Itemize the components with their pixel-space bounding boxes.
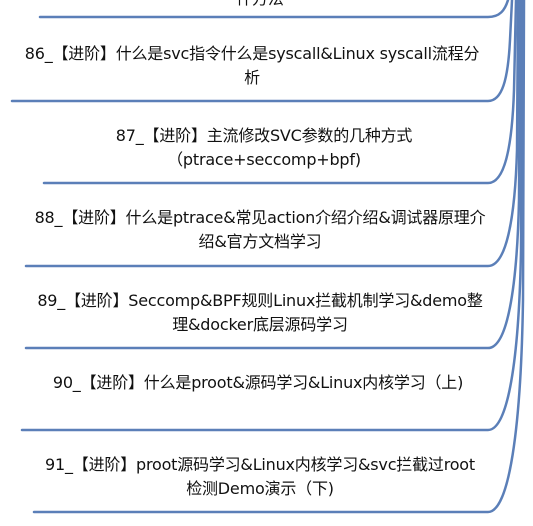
topic-label: 88_【进阶】什么是ptrace&常见action介绍介绍&调试器原理介绍&官方… — [34, 208, 486, 251]
topic-node-88[interactable]: 88_【进阶】什么是ptrace&常见action介绍介绍&调试器原理介绍&官方… — [30, 206, 490, 254]
topic-label: 件方法 — [236, 0, 284, 8]
topic-label: 91_【进阶】proot源码学习&Linux内核学习&svc拦截过root检测D… — [45, 455, 475, 498]
topic-node-89[interactable]: 89_【进阶】Seccomp&BPF规则Linux拦截机制学习&demo整理&d… — [30, 289, 490, 337]
topic-label: 87_【进阶】主流修改SVC参数的几种方式（ptrace+seccomp+bpf… — [115, 126, 413, 169]
topic-node-90[interactable]: 90_【进阶】什么是proot&源码学习&Linux内核学习（上) — [28, 371, 488, 395]
topic-node-86[interactable]: 86_【进阶】什么是svc指令什么是syscall&Linux syscall流… — [22, 42, 482, 90]
topic-label: 90_【进阶】什么是proot&源码学习&Linux内核学习（上) — [52, 373, 464, 392]
topic-node-91[interactable]: 91_【进阶】proot源码学习&Linux内核学习&svc拦截过root检测D… — [40, 453, 480, 501]
topic-node-partial[interactable]: 件方法 — [40, 0, 480, 11]
topic-label: 89_【进阶】Seccomp&BPF规则Linux拦截机制学习&demo整理&d… — [37, 291, 483, 334]
mindmap-canvas: { "line_color": "#5b7fb8", "text_color":… — [0, 0, 533, 526]
topic-label: 86_【进阶】什么是svc指令什么是syscall&Linux syscall流… — [24, 44, 480, 87]
topic-node-87[interactable]: 87_【进阶】主流修改SVC参数的几种方式（ptrace+seccomp+bpf… — [50, 124, 478, 172]
